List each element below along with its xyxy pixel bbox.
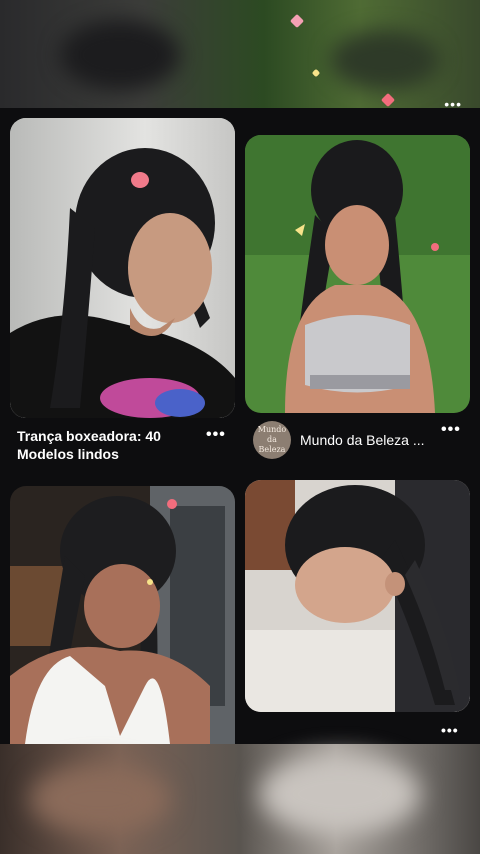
pin-image-2[interactable] <box>245 135 470 413</box>
pin-title[interactable]: Trança boxeadora: 40 Modelos lindos <box>17 427 177 463</box>
pin-image-3[interactable] <box>10 486 235 744</box>
heart-sticker-icon <box>380 92 396 108</box>
source-avatar[interactable]: Mundo da Beleza <box>253 421 291 459</box>
pin-image-1[interactable] <box>10 118 235 418</box>
heart-sticker-icon <box>311 68 321 78</box>
pin-source-name[interactable]: Mundo da Beleza ... <box>300 432 425 448</box>
pin-more-options-icon[interactable]: ••• <box>441 421 461 439</box>
blurred-background-top <box>0 0 480 108</box>
pin-more-options-icon[interactable]: ••• <box>441 722 459 738</box>
pin-image-4[interactable] <box>245 480 470 712</box>
blurred-background-bottom <box>0 744 480 854</box>
pin-grid: Trança boxeadora: 40 Modelos lindos ••• … <box>0 108 480 744</box>
pin-more-options-icon[interactable]: ••• <box>206 426 226 444</box>
avatar-text: Mundo da Beleza <box>257 425 287 454</box>
heart-sticker-icon <box>289 13 305 29</box>
